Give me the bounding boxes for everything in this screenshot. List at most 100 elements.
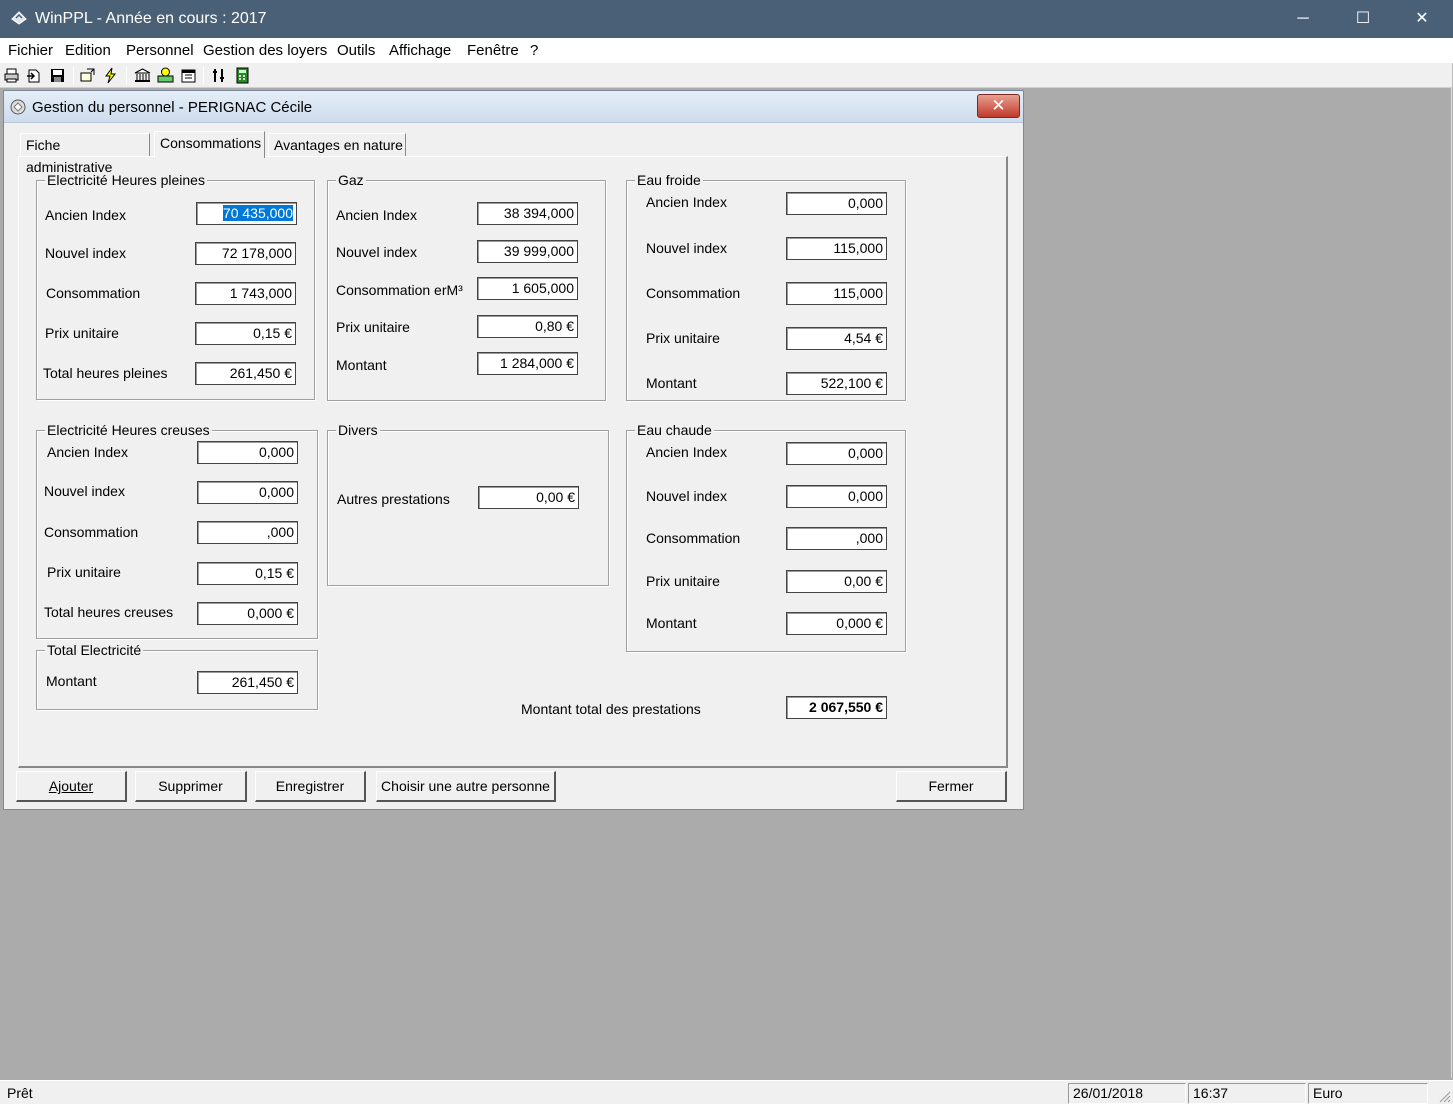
status-currency: Euro	[1308, 1083, 1428, 1104]
field-ef-montant[interactable]: 522,100 €	[786, 372, 887, 395]
tools-icon[interactable]	[211, 67, 228, 84]
supprimer-button[interactable]: Supprimer	[135, 771, 247, 802]
status-bar: Prêt 26/01/2018 16:37 Euro	[0, 1080, 1453, 1104]
menu-outils[interactable]: Outils	[337, 42, 375, 59]
group-eau-chaude: Eau chaude Ancien Index 0,000 Nouvel ind…	[626, 422, 906, 652]
group-legend: Eau froide	[635, 172, 703, 188]
field-hc-nouvel-index[interactable]: 0,000	[197, 481, 298, 504]
dialog-title-bar: Gestion du personnel - PERIGNAC Cécile ✕	[4, 91, 1023, 123]
fermer-button[interactable]: Fermer	[896, 771, 1007, 802]
menu-edition[interactable]: Edition	[65, 42, 111, 59]
label-nouvel-index: Nouvel index	[646, 240, 727, 256]
save-icon[interactable]	[49, 67, 66, 84]
bank-icon[interactable]	[134, 67, 151, 84]
label-nouvel-index: Nouvel index	[336, 244, 417, 260]
status-text: Prêt	[7, 1085, 33, 1101]
label-total-heures-pleines: Total heures pleines	[43, 365, 168, 381]
label-consommation: Consommation	[646, 285, 741, 301]
field-gaz-montant[interactable]: 1 284,000 €	[477, 352, 578, 375]
field-ef-prix-unitaire[interactable]: 4,54 €	[786, 327, 887, 350]
toolbar	[0, 63, 1453, 88]
label-montant-total: Montant total des prestations	[521, 701, 701, 717]
field-autres-prestations[interactable]: 0,00 €	[478, 486, 579, 509]
label-consommation-erm3: Consommation erM³	[336, 282, 463, 298]
minimize-button[interactable]: ─	[1273, 0, 1333, 38]
maximize-button[interactable]: ☐	[1333, 0, 1393, 38]
label-nouvel-index: Nouvel index	[45, 245, 126, 261]
field-ec-nouvel-index[interactable]: 0,000	[786, 485, 887, 508]
label-montant: Montant	[646, 375, 697, 391]
tab-avantages-en-nature[interactable]: Avantages en nature	[268, 133, 406, 157]
menu-fichier[interactable]: Fichier	[8, 42, 53, 59]
field-montant-total[interactable]: 2 067,550 €	[786, 696, 887, 719]
app-logo-icon	[11, 11, 27, 25]
label-ancien-index: Ancien Index	[45, 207, 126, 223]
label-autres-prestations: Autres prestations	[337, 491, 450, 507]
resize-grip-icon[interactable]	[1437, 1089, 1451, 1103]
field-hp-prix-unitaire[interactable]: 0,15 €	[195, 322, 296, 345]
label-ancien-index: Ancien Index	[336, 207, 417, 223]
group-gaz: Gaz Ancien Index 38 394,000 Nouvel index…	[327, 172, 606, 401]
dialog-close-button[interactable]: ✕	[977, 94, 1020, 118]
label-prix-unitaire: Prix unitaire	[646, 330, 720, 346]
field-hp-nouvel-index[interactable]: 72 178,000	[195, 242, 296, 265]
label-montant: Montant	[646, 615, 697, 631]
group-legend: Divers	[336, 422, 380, 438]
field-gaz-prix-unitaire[interactable]: 0,80 €	[477, 315, 578, 338]
print-preview-icon[interactable]	[26, 67, 43, 84]
label-nouvel-index: Nouvel index	[44, 483, 125, 499]
field-total-electricite[interactable]: 261,450 €	[197, 671, 298, 694]
cash-icon[interactable]	[157, 67, 174, 84]
group-legend: Total Electricité	[45, 642, 144, 658]
label-nouvel-index: Nouvel index	[646, 488, 727, 504]
menu-gestion-loyers[interactable]: Gestion des loyers	[203, 42, 327, 59]
group-divers: Divers Autres prestations 0,00 €	[327, 422, 609, 586]
tab-fiche-administrative[interactable]: Fiche administrative	[20, 133, 150, 175]
menu-personnel[interactable]: Personnel	[126, 42, 194, 59]
field-hc-total[interactable]: 0,000 €	[197, 602, 298, 625]
field-hp-total[interactable]: 261,450 €	[195, 362, 296, 385]
label-consommation: Consommation	[646, 530, 741, 546]
exchange-icon[interactable]	[79, 67, 96, 84]
field-ec-prix-unitaire[interactable]: 0,00 €	[786, 570, 887, 593]
calendar-icon[interactable]	[180, 67, 197, 84]
status-date: 26/01/2018	[1068, 1083, 1186, 1104]
label-consommation: Consommation	[46, 285, 141, 301]
label-ancien-index: Ancien Index	[646, 194, 727, 210]
calculator-icon[interactable]	[234, 67, 251, 84]
field-hc-consommation[interactable]: ,000	[197, 521, 298, 544]
enregistrer-button[interactable]: Enregistrer	[255, 771, 366, 802]
field-hp-consommation[interactable]: 1 743,000	[195, 282, 296, 305]
label-consommation: Consommation	[44, 524, 139, 540]
label-prix-unitaire: Prix unitaire	[47, 564, 121, 580]
field-ec-consommation[interactable]: ,000	[786, 527, 887, 550]
field-ec-montant[interactable]: 0,000 €	[786, 612, 887, 635]
field-ec-ancien-index[interactable]: 0,000	[786, 442, 887, 465]
ajouter-button[interactable]: Ajouter	[16, 771, 127, 802]
dialog-title: Gestion du personnel - PERIGNAC Cécile	[32, 99, 313, 116]
field-hc-ancien-index[interactable]: 0,000	[197, 441, 298, 464]
field-hp-ancien-index[interactable]: 70 435,000	[196, 202, 297, 225]
lightning-icon[interactable]	[102, 67, 119, 84]
group-total-electricite: Total Electricité Montant 261,450 €	[36, 642, 318, 710]
menu-affichage[interactable]: Affichage	[389, 42, 451, 59]
menu-fenetre[interactable]: Fenêtre	[467, 42, 519, 59]
app-title: WinPPL - Année en cours : 2017	[35, 10, 267, 27]
group-legend: Electricité Heures pleines	[45, 172, 207, 188]
tab-consommations[interactable]: Consommations	[154, 131, 265, 158]
field-gaz-consommation[interactable]: 1 605,000	[477, 277, 578, 300]
choisir-personne-button[interactable]: Choisir une autre personne	[376, 771, 556, 802]
menu-help[interactable]: ?	[530, 42, 538, 59]
field-gaz-ancien-index[interactable]: 38 394,000	[477, 202, 578, 225]
print-icon[interactable]	[3, 67, 20, 84]
group-legend: Gaz	[336, 172, 366, 188]
menu-bar: Fichier Edition Personnel Gestion des lo…	[0, 38, 1453, 63]
field-ef-nouvel-index[interactable]: 115,000	[786, 237, 887, 260]
close-window-button[interactable]: ✕	[1392, 0, 1452, 38]
field-gaz-nouvel-index[interactable]: 39 999,000	[477, 240, 578, 263]
group-eau-froide: Eau froide Ancien Index 0,000 Nouvel ind…	[626, 172, 906, 401]
status-time: 16:37	[1188, 1083, 1306, 1104]
field-ef-ancien-index[interactable]: 0,000	[786, 192, 887, 215]
field-ef-consommation[interactable]: 115,000	[786, 282, 887, 305]
field-hc-prix-unitaire[interactable]: 0,15 €	[197, 562, 298, 585]
